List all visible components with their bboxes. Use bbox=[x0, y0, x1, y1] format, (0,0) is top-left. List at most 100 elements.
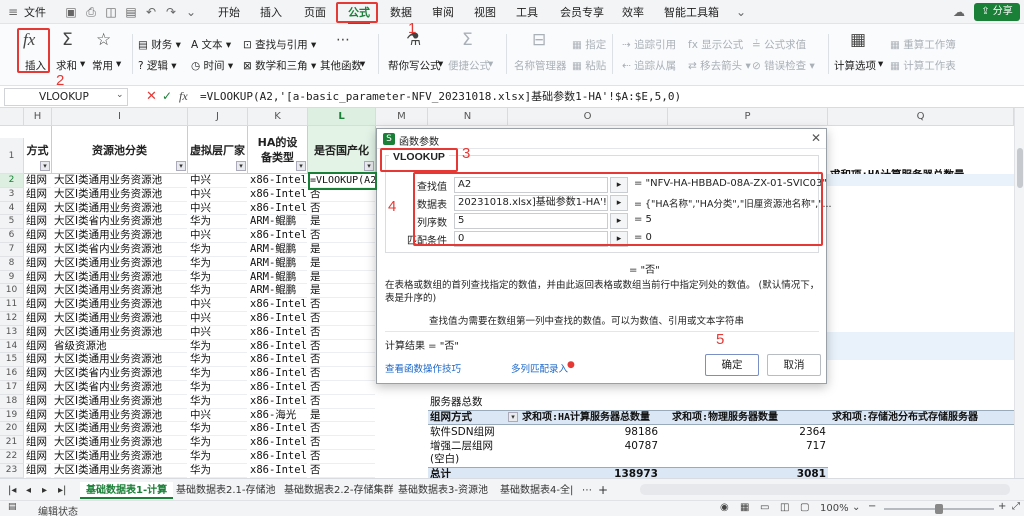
cell-i[interactable]: 大区I类通用业务资源池 bbox=[54, 312, 187, 326]
cell-j[interactable]: 华为 bbox=[190, 450, 247, 464]
cell-j[interactable]: 华为 bbox=[190, 395, 247, 409]
pivot-cell[interactable]: 98186 bbox=[586, 426, 658, 440]
cell-j[interactable]: 华为 bbox=[190, 436, 247, 450]
export-icon[interactable]: ▤ bbox=[124, 5, 138, 19]
row-header[interactable]: 21 bbox=[0, 436, 24, 450]
cell-h[interactable]: 组网 bbox=[26, 271, 51, 285]
row-header[interactable]: 20 bbox=[0, 422, 24, 436]
cell-l[interactable]: 是 bbox=[310, 257, 375, 271]
error-check-button[interactable]: ⊘ 错误检查 ▾ bbox=[752, 58, 815, 73]
cell-l[interactable]: 否 bbox=[310, 395, 375, 409]
header-cell[interactable]: 方式▾ bbox=[24, 126, 52, 174]
cell-h[interactable]: 组网 bbox=[26, 340, 51, 354]
cell-h[interactable]: 组网 bbox=[26, 284, 51, 298]
quick-formula-button[interactable]: Σ 便捷公式▾ bbox=[448, 26, 494, 76]
row-header[interactable]: 6 bbox=[0, 229, 24, 243]
summary-title[interactable]: 服务器总数 bbox=[430, 396, 483, 410]
name-manager-button[interactable]: ⊟ 名称管理器 bbox=[512, 26, 568, 76]
cell-l[interactable]: 否 bbox=[310, 312, 375, 326]
pivot-cell[interactable]: 138973 bbox=[586, 468, 658, 479]
cell-i[interactable]: 大区I类省内业务资源池 bbox=[54, 381, 187, 395]
tab-tools[interactable]: 工具 bbox=[516, 4, 538, 21]
cell-h[interactable]: 组网 bbox=[26, 409, 51, 423]
filter-dropdown-icon[interactable]: ▾ bbox=[176, 161, 186, 171]
cell-l[interactable]: 否 bbox=[310, 353, 375, 367]
cell-l[interactable]: 否 bbox=[310, 422, 375, 436]
add-sheet-icon[interactable]: + bbox=[598, 482, 608, 499]
cell-k[interactable]: x86-Intel bbox=[250, 174, 307, 188]
row-header[interactable]: 16 bbox=[0, 367, 24, 381]
filter-dropdown-icon[interactable]: ▾ bbox=[236, 161, 246, 171]
print-icon[interactable]: ⎙ bbox=[84, 5, 98, 19]
select-all-corner[interactable] bbox=[0, 108, 24, 126]
row-header[interactable]: 10 bbox=[0, 284, 24, 298]
cell-k[interactable]: x86-Intel bbox=[250, 436, 307, 450]
cell-j[interactable]: 中兴 bbox=[190, 174, 247, 188]
filter-dropdown-icon[interactable]: ▾ bbox=[364, 161, 374, 171]
cell-i[interactable]: 大区I类通用业务资源池 bbox=[54, 353, 187, 367]
cell-j[interactable]: 华为 bbox=[190, 284, 247, 298]
finance-button[interactable]: ▤ 财务 ▾ bbox=[138, 37, 181, 52]
paste-name-button[interactable]: ▦ 粘贴 bbox=[572, 58, 606, 73]
cell-i[interactable]: 大区I类通用业务资源池 bbox=[54, 395, 187, 409]
file-menu[interactable]: 文件 bbox=[24, 4, 46, 21]
cell-i[interactable]: 大区I类通用业务资源池 bbox=[54, 284, 187, 298]
cell-k[interactable]: ARM-鲲鹏 bbox=[250, 243, 307, 257]
scroll-thumb[interactable] bbox=[1017, 148, 1023, 188]
row-header[interactable]: 1 bbox=[0, 138, 24, 174]
cell-k[interactable]: x86-Intel bbox=[250, 464, 307, 478]
cell-i[interactable]: 大区I类省内业务资源池 bbox=[54, 243, 187, 257]
ok-button[interactable]: 确定 bbox=[705, 354, 759, 376]
zoom-level[interactable]: 100% bbox=[820, 503, 849, 514]
cell-k[interactable]: ARM-鲲鹏 bbox=[250, 215, 307, 229]
cell-i[interactable]: 大区I类通用业务资源池 bbox=[54, 188, 187, 202]
vertical-scrollbar[interactable] bbox=[1014, 108, 1024, 478]
row-header[interactable]: 17 bbox=[0, 381, 24, 395]
row-header[interactable]: 9 bbox=[0, 271, 24, 285]
cell-k[interactable]: x86-Intel bbox=[250, 312, 307, 326]
cell-k[interactable]: ARM-鲲鹏 bbox=[250, 271, 307, 285]
tab-page[interactable]: 页面 bbox=[304, 4, 326, 21]
trace-precedents-button[interactable]: ⇢ 追踪引用 bbox=[622, 37, 676, 52]
logic-button[interactable]: ? 逻辑 ▾ bbox=[138, 58, 177, 73]
cell-j[interactable]: 华为 bbox=[190, 353, 247, 367]
zoom-slider[interactable] bbox=[884, 508, 994, 510]
cell-l[interactable]: 否 bbox=[310, 326, 375, 340]
math-button[interactable]: ⊠ 数学和三角 ▾ bbox=[243, 58, 316, 73]
cell-l[interactable]: 是 bbox=[310, 215, 375, 229]
cell-h[interactable]: 组网 bbox=[26, 312, 51, 326]
cell-l[interactable]: 否 bbox=[310, 381, 375, 395]
cell-l[interactable]: 否 bbox=[310, 202, 375, 216]
fullscreen-icon[interactable]: ⤢ bbox=[1012, 501, 1020, 512]
cell-j[interactable]: 华为 bbox=[190, 215, 247, 229]
time-button[interactable]: ◷ 时间 ▾ bbox=[191, 58, 233, 73]
cell-h[interactable]: 组网 bbox=[26, 174, 51, 188]
cell-l[interactable]: 否 bbox=[310, 340, 375, 354]
show-formula-button[interactable]: fx 显示公式 bbox=[688, 37, 743, 52]
text-button[interactable]: A 文本 ▾ bbox=[191, 37, 231, 52]
dialog-titlebar[interactable]: S 函数参数 ✕ bbox=[377, 129, 826, 149]
reading-icon[interactable]: ▢ bbox=[800, 502, 809, 513]
cell-k[interactable]: x86-Intel bbox=[250, 340, 307, 354]
pivot-cell[interactable] bbox=[586, 453, 658, 467]
cell-i[interactable]: 大区I类通用业务资源池 bbox=[54, 450, 187, 464]
cell-j[interactable]: 中兴 bbox=[190, 326, 247, 340]
cell-h[interactable]: 组网 bbox=[26, 257, 51, 271]
cell-h[interactable]: 组网 bbox=[26, 422, 51, 436]
row-header[interactable]: 7 bbox=[0, 243, 24, 257]
pivot-cell[interactable]: 总计 bbox=[430, 468, 451, 479]
cell-i[interactable]: 大区I类通用业务资源池 bbox=[54, 229, 187, 243]
cell-j[interactable]: 中兴 bbox=[190, 188, 247, 202]
row-header[interactable]: 8 bbox=[0, 257, 24, 271]
filter-dropdown-icon[interactable]: ▾ bbox=[40, 161, 50, 171]
cell-j[interactable]: 华为 bbox=[190, 243, 247, 257]
lookup-button[interactable]: ⊡ 查找与引用 ▾ bbox=[243, 37, 316, 52]
header-cell[interactable]: 虚拟层厂家▾ bbox=[188, 126, 248, 174]
cell-j[interactable]: 华为 bbox=[190, 464, 247, 478]
row-header[interactable]: 14 bbox=[0, 340, 24, 354]
col-header[interactable]: L bbox=[308, 108, 376, 126]
row-header[interactable]: 4 bbox=[0, 202, 24, 216]
cell-j[interactable]: 华为 bbox=[190, 340, 247, 354]
prev-sheet-icon[interactable]: ◂ bbox=[26, 482, 31, 499]
zoom-slider-handle[interactable] bbox=[935, 504, 943, 514]
